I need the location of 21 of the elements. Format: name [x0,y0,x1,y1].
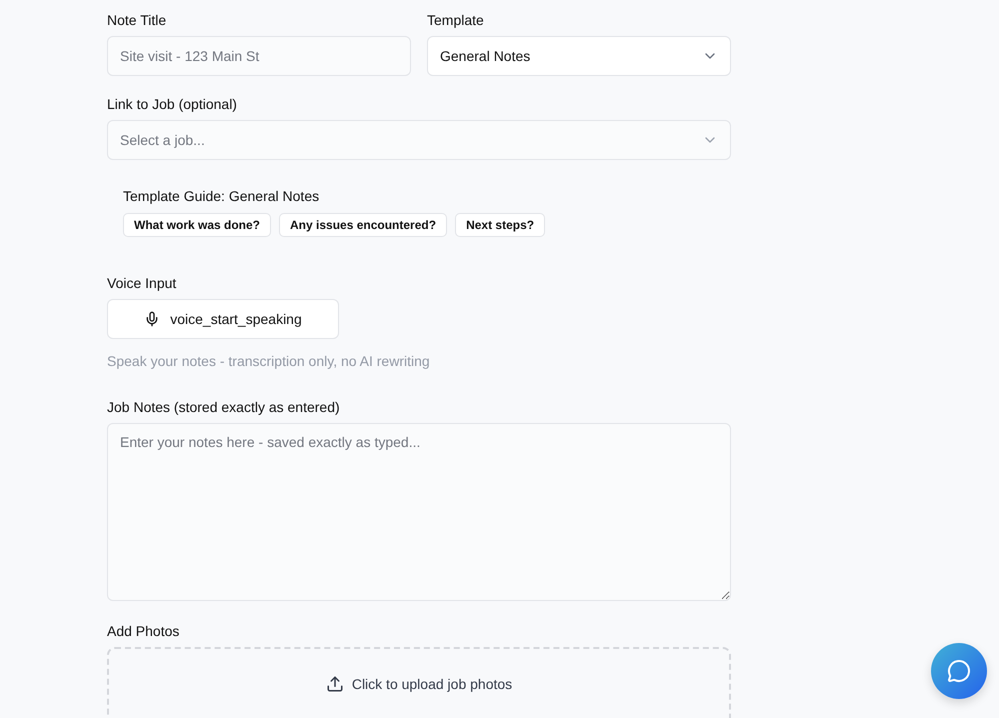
note-title-field[interactable]: Site visit - 123 Main St [107,36,411,76]
field-label: Note Title [107,12,168,28]
field-label: Template [427,12,485,28]
voice-button[interactable]: voice_start_speaking [107,299,339,339]
upload-icon [326,675,344,693]
chat-bubble-icon [947,659,971,683]
field-label: Add Photos [107,623,180,639]
notes-field[interactable]: Enter your notes here - saved exactly as typed... [107,423,731,601]
prompt-chip: Any issues encountered? [279,213,448,237]
upload-text: Click to upload job photos [326,673,512,695]
guide-title: Template Guide: General Notes [123,188,320,204]
microphone-icon [144,311,160,327]
field-label: Voice Input [107,275,178,291]
job-select[interactable]: Select a job... [107,120,731,160]
upload-dropzone[interactable]: Click to upload job photos [107,647,731,718]
prompt-chip: Next steps? [455,213,546,237]
field-label: Link to Job (optional) [107,96,238,112]
field-label: Job Notes (stored exactly as entered) [107,399,341,415]
prompt-chip: What work was done? [123,213,272,237]
voice-hint: Speak your notes - transcription only, no AI rewriting [107,353,431,369]
template-select[interactable]: General Notes [427,36,731,76]
